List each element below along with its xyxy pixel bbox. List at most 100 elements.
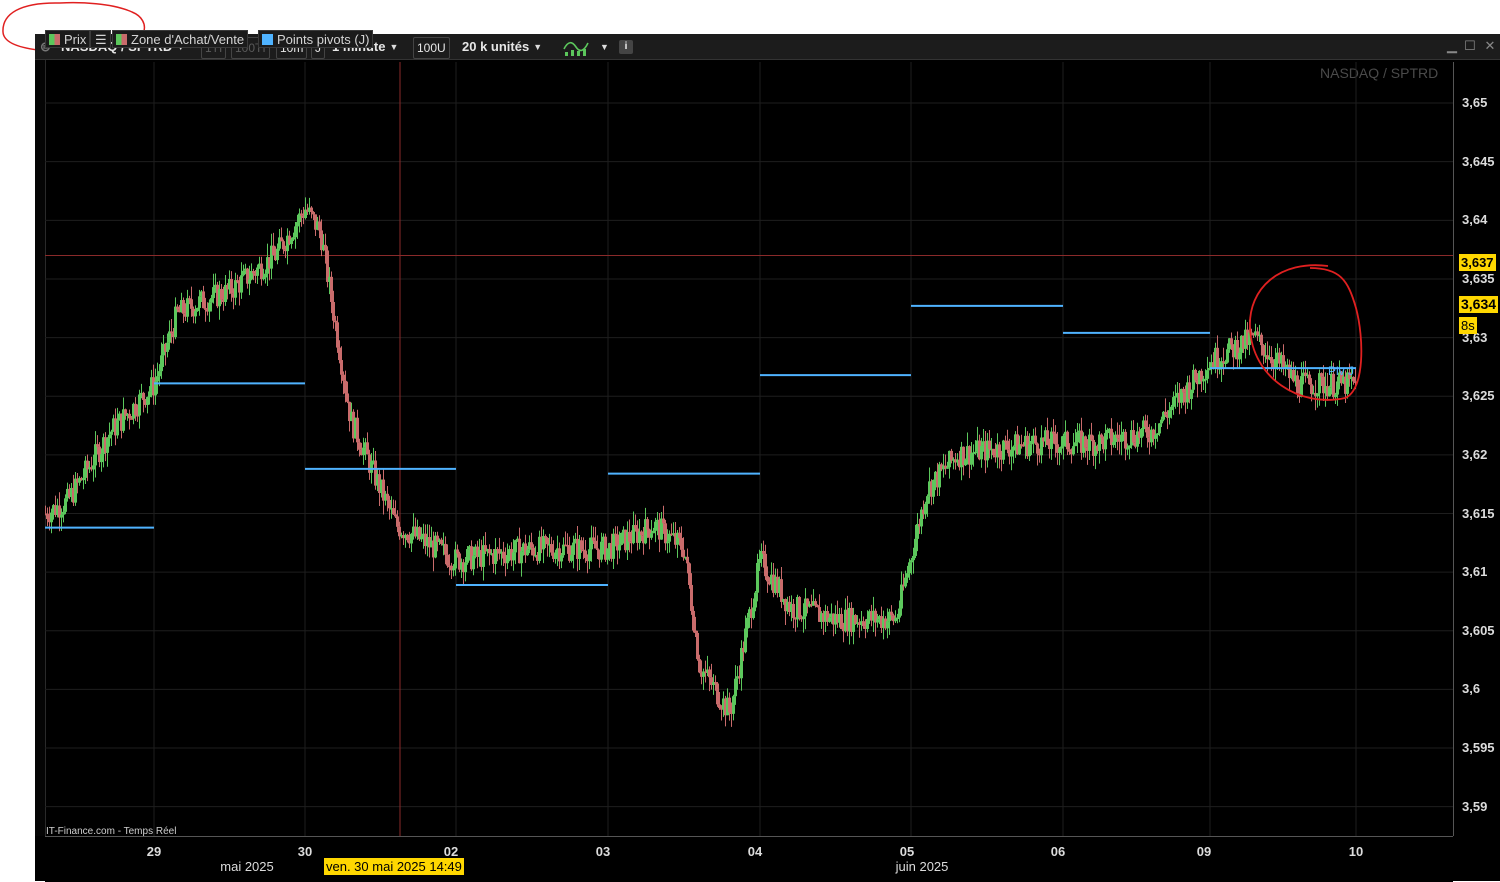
price-candle xyxy=(1062,435,1065,447)
price-candle xyxy=(446,554,449,566)
price-candle xyxy=(964,459,967,466)
price-candle xyxy=(344,380,347,394)
price-chart[interactable] xyxy=(45,62,1453,836)
price-candle xyxy=(1036,443,1039,454)
price-candle xyxy=(108,434,111,439)
price-candle xyxy=(198,296,201,308)
price-candle xyxy=(50,512,53,523)
price-candle xyxy=(96,444,99,447)
price-axis[interactable]: 3,65 3,645 3,64 3,635 3,63 3,625 3,62 3,615 3,61… xyxy=(1453,62,1500,836)
info-icon[interactable]: i xyxy=(619,40,633,54)
price-candle xyxy=(588,549,591,562)
price-candle xyxy=(330,276,333,302)
y-tick-label: 3,61 xyxy=(1462,564,1488,580)
price-candle xyxy=(398,526,401,537)
close-icon[interactable]: ✕ xyxy=(1482,37,1498,55)
price-candle xyxy=(230,278,233,294)
price-candle xyxy=(142,392,145,400)
crosshair-date-tag: ven. 30 mai 2025 14:49 xyxy=(324,858,464,875)
price-candle xyxy=(606,548,609,560)
price-candle xyxy=(1174,396,1177,398)
crosshair-price-tag: 3,637 xyxy=(1459,254,1496,271)
price-candle xyxy=(388,499,391,509)
price-candle xyxy=(544,536,547,538)
legend-pivots[interactable]: Points pivots (J) xyxy=(258,30,374,48)
price-candle xyxy=(1058,448,1061,453)
red-annotation-circle-chart xyxy=(1249,264,1363,401)
y-tick-label: 3,625 xyxy=(1462,388,1495,404)
price-candle xyxy=(992,448,995,456)
price-candle xyxy=(1224,362,1227,365)
price-candle xyxy=(550,544,553,553)
price-candle xyxy=(766,576,769,582)
price-candle xyxy=(1054,433,1057,445)
price-candle xyxy=(1006,440,1009,450)
price-candle xyxy=(276,248,279,261)
price-candle xyxy=(1190,389,1193,399)
legend-list-icon[interactable]: ☰ xyxy=(90,30,111,48)
price-candle xyxy=(264,273,267,278)
price-candle xyxy=(158,371,161,377)
maximize-icon[interactable]: ☐ xyxy=(1462,37,1478,55)
price-candle xyxy=(692,610,695,631)
legend-prix[interactable]: Prix xyxy=(45,30,91,48)
price-candle xyxy=(410,533,413,544)
price-candle xyxy=(910,560,913,563)
price-candle xyxy=(554,552,557,559)
price-candle xyxy=(182,300,185,314)
price-candle xyxy=(248,279,251,284)
price-candle xyxy=(1140,429,1143,438)
price-candle xyxy=(106,438,109,453)
price-candle xyxy=(1010,450,1013,457)
x-tick-label: 04 xyxy=(747,844,763,859)
price-candle xyxy=(946,467,949,469)
price-candle xyxy=(1046,430,1049,445)
price-candle xyxy=(332,301,335,321)
y-tick-label: 3,59 xyxy=(1462,798,1488,814)
price-candle xyxy=(746,617,749,629)
button-100u[interactable]: 100U xyxy=(413,37,450,59)
price-candle xyxy=(176,306,179,310)
price-candle xyxy=(502,551,505,559)
price-candle xyxy=(866,618,869,629)
price-candle xyxy=(1028,444,1031,457)
legend-zone[interactable]: Zone d'Achat/Vente xyxy=(112,30,249,48)
price-candle xyxy=(694,630,697,633)
price-candle xyxy=(62,511,65,515)
price-candle xyxy=(318,221,321,231)
price-candle xyxy=(756,562,759,593)
price-candle xyxy=(1074,442,1077,447)
price-candle xyxy=(542,536,545,550)
price-candle xyxy=(980,445,983,460)
price-candle xyxy=(212,287,215,299)
price-candle xyxy=(758,559,761,563)
chart-type-dropdown[interactable]: ▼ xyxy=(596,37,609,57)
price-candle xyxy=(560,555,563,562)
price-candle xyxy=(1170,406,1173,411)
price-candle xyxy=(92,465,95,470)
price-candle xyxy=(618,544,621,551)
price-candle xyxy=(1012,446,1015,451)
minimize-icon[interactable]: ▁ xyxy=(1444,37,1460,55)
price-candle xyxy=(440,539,443,544)
prix-swatch-icon xyxy=(49,34,60,45)
price-candle xyxy=(296,222,299,227)
price-candle xyxy=(562,544,565,556)
price-candle xyxy=(312,212,315,215)
price-candle xyxy=(640,531,643,536)
price-candle xyxy=(1154,435,1157,439)
units-selector[interactable]: 20 k unités ▼ xyxy=(462,37,542,57)
price-candle xyxy=(512,552,515,561)
price-candle xyxy=(294,226,297,238)
price-candle xyxy=(914,538,917,556)
time-axis[interactable]: 29 30 02 03 04 05 06 09 10 mai 2025 juin 2025 xyxy=(45,836,1453,882)
price-candle xyxy=(802,616,805,620)
price-candle xyxy=(828,617,831,622)
chevron-down-icon: ▼ xyxy=(389,42,399,52)
zone-swatch-icon xyxy=(116,34,127,45)
chart-type-icon[interactable] xyxy=(562,37,590,57)
y-tick-label: 3,6 xyxy=(1462,681,1481,697)
price-candle xyxy=(792,603,795,619)
price-candle xyxy=(1194,369,1197,381)
price-candle xyxy=(110,431,113,435)
